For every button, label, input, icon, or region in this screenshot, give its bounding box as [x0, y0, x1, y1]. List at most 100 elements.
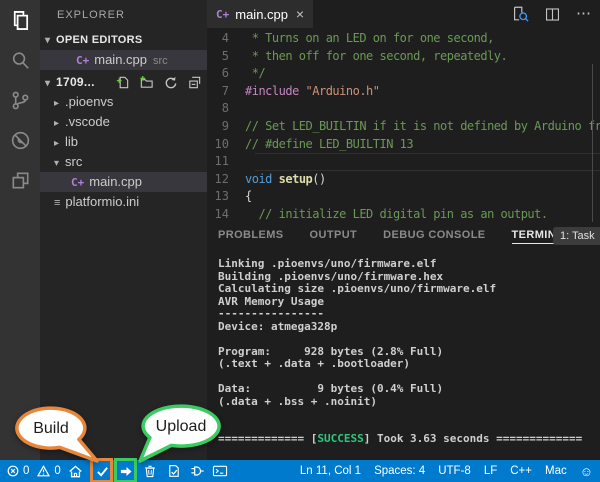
line-number: 13	[207, 188, 245, 206]
activity-item-explorer[interactable]	[0, 0, 40, 40]
open-preview-icon[interactable]	[511, 5, 529, 23]
code-line-13: 13{	[207, 188, 600, 206]
code-token: // Set LED_BUILTIN if it is not defined …	[245, 119, 600, 133]
line-number: 7	[207, 83, 245, 101]
explorer-sidebar: EXPLORER ▾OPEN EDITORS C+main.cppsrc ▾17…	[40, 0, 207, 460]
tab-label: main.cpp	[235, 7, 288, 22]
terminal-text: Program: 928 bytes (2.8% Full)	[218, 345, 443, 358]
activity-item-source-control[interactable]	[0, 80, 40, 120]
feedback-smiley-icon[interactable]: ☺	[580, 464, 593, 479]
chevron-right-icon: ▸	[54, 94, 65, 114]
build-callout: Build	[0, 395, 130, 467]
search-icon	[9, 49, 32, 72]
line-number: 4	[207, 30, 245, 48]
tab-main-cpp[interactable]: C+ main.cpp ×	[207, 0, 313, 28]
terminal-output[interactable]: Linking .pioenvs/uno/firmware.elfBuildin…	[218, 258, 600, 446]
tree-item-label: platformio.ini	[65, 194, 139, 209]
tree-item-src[interactable]: ▾src	[40, 152, 207, 172]
new-file-icon[interactable]	[115, 75, 130, 90]
code-token: */	[245, 66, 265, 80]
code-token: ()	[312, 172, 325, 186]
cpp-file-icon: C+	[216, 8, 229, 21]
terminal-text: Data: 9 bytes (0.4% Full)	[218, 382, 443, 395]
activity-item-extensions[interactable]	[0, 160, 40, 200]
files-icon	[9, 9, 32, 32]
project-name: 1709...	[56, 75, 95, 89]
split-editor-icon[interactable]	[544, 6, 561, 23]
tree-item-label: main.cpp	[89, 174, 142, 189]
build-callout-label: Build	[33, 420, 69, 437]
upload-callout: Upload	[120, 395, 240, 467]
debug-icon	[9, 129, 32, 152]
code-token: {	[245, 189, 252, 203]
chevron-down-icon: ▾	[54, 154, 65, 174]
code-token: // initialize LED digital pin as an outp…	[245, 207, 548, 221]
code-token: void	[245, 172, 272, 186]
upload-callout-label: Upload	[156, 418, 207, 435]
status-ln-11-col-1[interactable]: Ln 11, Col 1	[300, 465, 361, 477]
code-line-10: 10// #define LED_BUILTIN 13	[207, 136, 600, 154]
new-folder-icon[interactable]	[139, 75, 154, 90]
code-line-6: 6 */	[207, 65, 600, 83]
open-editor-main-cpp[interactable]: C+main.cppsrc	[40, 50, 207, 70]
cpp-file-icon: C+	[71, 176, 84, 189]
refresh-icon[interactable]	[163, 75, 178, 90]
code-line-8: 8	[207, 100, 600, 118]
open-editors-header[interactable]: ▾OPEN EDITORS	[40, 30, 207, 50]
panel-tab-problems[interactable]: PROBLEMS	[218, 229, 284, 243]
terminal-text: (.text + .data + .bootloader)	[218, 357, 410, 370]
tree-item-lib[interactable]: ▸lib	[40, 132, 207, 152]
terminal-text: AVR Memory Usage	[218, 295, 324, 308]
status-spaces-4[interactable]: Spaces: 4	[374, 465, 425, 477]
vscode-window: EXPLORER ▾OPEN EDITORS C+main.cppsrc ▾17…	[0, 0, 600, 482]
collapse-all-icon[interactable]	[187, 75, 202, 90]
activity-bar	[0, 0, 40, 460]
code-token: setup	[279, 172, 313, 186]
status-c-[interactable]: C++	[510, 465, 532, 477]
code-token	[272, 172, 279, 186]
terminal-line-13	[218, 408, 600, 421]
tree-item-main-cpp[interactable]: C+ main.cpp	[40, 172, 207, 192]
code-line-11: 11	[207, 153, 600, 171]
explorer-actions	[115, 72, 202, 92]
open-editor-label: main.cpp	[94, 52, 147, 67]
chevron-right-icon: ▸	[54, 114, 65, 134]
source-control-icon	[9, 89, 32, 112]
chevron-down-icon: ▾	[45, 74, 56, 94]
tree-item--vscode[interactable]: ▸.vscode	[40, 112, 207, 132]
terminal-text: Building .pioenvs/uno/firmware.hex	[218, 270, 443, 283]
code-token: // #define LED_BUILTIN 13	[245, 137, 413, 151]
terminal-line-6: Device: atmega328p	[218, 321, 600, 334]
terminal-line-15: ============= [SUCCESS] Took 3.63 second…	[218, 433, 600, 446]
terminal-text: Calculating size .pioenvs/uno/firmware.e…	[218, 282, 496, 295]
line-number: 8	[207, 100, 245, 118]
code-line-4: 4 * Turns on an LED on for one second,	[207, 30, 600, 48]
activity-item-search[interactable]	[0, 40, 40, 80]
activity-item-debug[interactable]	[0, 120, 40, 160]
code-area[interactable]: 4 * Turns on an LED on for one second,5 …	[207, 28, 600, 222]
line-number: 9	[207, 118, 245, 136]
close-icon[interactable]: ×	[296, 6, 304, 22]
status-mac[interactable]: Mac	[545, 465, 567, 477]
status-utf-8[interactable]: UTF-8	[438, 465, 471, 477]
panel-tabs: PROBLEMSOUTPUTDEBUG CONSOLETERMINAL	[218, 222, 572, 250]
panel-tab-output[interactable]: OUTPUT	[310, 229, 358, 243]
tree-item-label: lib	[65, 134, 78, 149]
tree-item-label: .vscode	[65, 114, 110, 129]
more-actions-icon[interactable]: ⋯	[576, 9, 592, 19]
editor-group: C+ main.cpp × ⋯ 4 * Turns on an LED on f…	[207, 0, 600, 222]
tree-item-platformio-ini[interactable]: ≡platformio.ini	[40, 192, 207, 212]
editor-scrollbar[interactable]	[592, 64, 593, 222]
task-selector[interactable]: 1: Task ⇅	[553, 227, 600, 245]
code-token: * then off for one second, repeatedly.	[245, 49, 507, 63]
code-token: * Turns on an LED on for one second,	[245, 31, 494, 45]
terminal-text: ----------------	[218, 307, 324, 320]
code-token: #include	[245, 84, 299, 98]
panel-tab-debug-console[interactable]: DEBUG CONSOLE	[383, 229, 485, 243]
line-number: 10	[207, 136, 245, 154]
task-selector-label: 1: Task	[560, 230, 595, 242]
status-lf[interactable]: LF	[484, 465, 497, 477]
terminal-text: ] Took 3.63 seconds =============	[364, 432, 583, 445]
tree-item--pioenvs[interactable]: ▸.pioenvs	[40, 92, 207, 112]
terminal-text: Device: atmega328p	[218, 320, 337, 333]
